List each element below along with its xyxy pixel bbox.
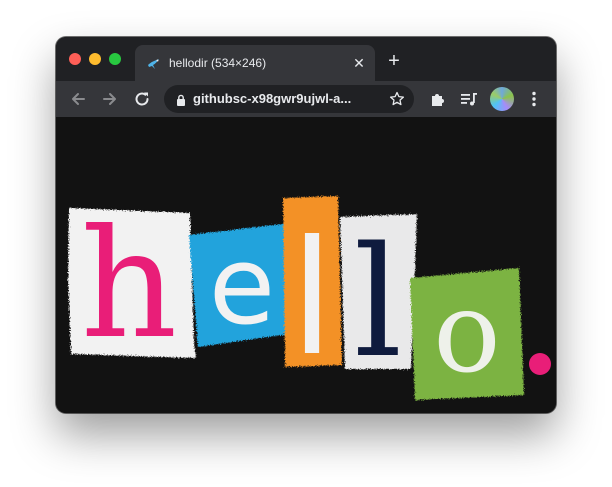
hummingbird-icon — [146, 56, 162, 72]
letter-tile-e: e — [189, 223, 296, 349]
new-tab-button[interactable]: + — [384, 51, 404, 72]
back-arrow-icon[interactable] — [67, 88, 89, 110]
letter-o: o — [433, 268, 500, 398]
letter-tile-h: h — [68, 198, 196, 372]
period-dot — [529, 353, 551, 375]
letter-tile-l-orange: l — [283, 196, 342, 391]
kebab-menu-icon[interactable] — [523, 88, 545, 110]
address-bar[interactable]: githubsc-x98gwr9ujwl-a... — [164, 85, 414, 113]
tab-hellodir[interactable]: hellodir (534×246) ✕ — [135, 45, 375, 81]
reload-icon[interactable] — [131, 88, 153, 110]
tab-strip: hellodir (534×246) ✕ + — [56, 37, 556, 81]
letter-tile-l-white: l — [340, 214, 417, 391]
lock-icon[interactable] — [175, 93, 187, 106]
letter-e: e — [209, 224, 275, 349]
window-maximize-button[interactable] — [109, 53, 121, 65]
tab-title: hellodir (534×246) — [169, 56, 267, 70]
url-text: githubsc-x98gwr9ujwl-a... — [193, 91, 352, 106]
media-queue-icon[interactable] — [458, 88, 480, 110]
letter-tile-o: o — [410, 268, 524, 400]
window-minimize-button[interactable] — [89, 53, 101, 65]
star-icon[interactable] — [388, 90, 406, 108]
letter-l-first: l — [290, 207, 334, 391]
window-close-button[interactable] — [69, 53, 81, 65]
page-viewport: h e l l o — [56, 117, 556, 413]
forward-arrow-icon[interactable] — [99, 88, 121, 110]
puzzle-icon[interactable] — [427, 88, 449, 110]
browser-window: hellodir (534×246) ✕ + githubsc-x98gwr9u… — [56, 37, 556, 413]
browser-toolbar: githubsc-x98gwr9ujwl-a... — [56, 81, 556, 117]
close-tab-icon[interactable]: ✕ — [351, 55, 367, 71]
hello-image: h e l l o — [68, 196, 551, 400]
letter-h: h — [81, 198, 178, 372]
profile-avatar[interactable] — [490, 87, 514, 111]
letter-l-second: l — [354, 214, 403, 391]
